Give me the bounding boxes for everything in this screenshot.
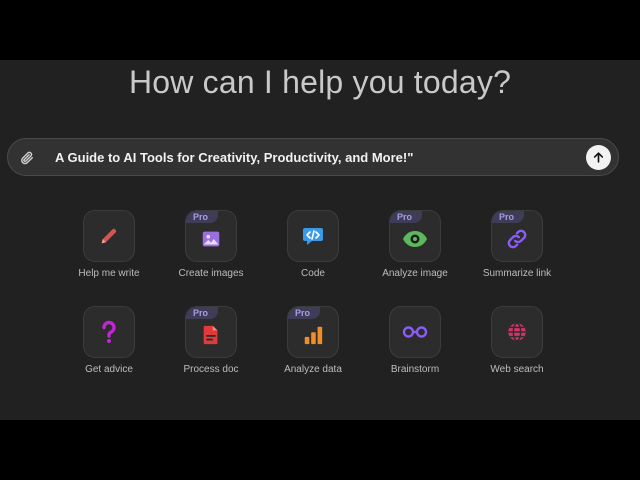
chat-home-screen: How can I help you today? A Guide to AI … <box>0 60 640 420</box>
tool-code[interactable]: Code <box>263 210 363 290</box>
tool-analyze-image[interactable]: Pro Analyze image <box>365 210 465 290</box>
tool-label: Get advice <box>85 364 133 375</box>
tool-icon-box <box>491 306 543 358</box>
tool-icon-box <box>389 306 441 358</box>
eye-icon <box>403 231 427 247</box>
link-icon <box>507 229 527 249</box>
tool-get-advice[interactable]: Get advice <box>59 306 159 386</box>
tool-analyze-data[interactable]: Pro Analyze data <box>263 306 363 386</box>
tool-label: Analyze image <box>382 268 448 279</box>
document-icon <box>203 325 218 345</box>
arrow-up-icon <box>593 152 604 163</box>
tool-label: Web search <box>490 364 544 375</box>
tool-icon-box: Pro <box>185 306 237 358</box>
tool-icon-box <box>287 210 339 262</box>
globe-icon <box>508 322 526 342</box>
tool-web-search[interactable]: Web search <box>467 306 567 386</box>
pro-badge: Pro <box>186 307 218 319</box>
pro-badge: Pro <box>186 211 218 223</box>
tool-brainstorm[interactable]: Brainstorm <box>365 306 465 386</box>
code-icon <box>303 228 323 245</box>
question-icon <box>102 320 116 343</box>
tool-process-doc[interactable]: Pro Process doc <box>161 306 261 386</box>
tool-icon-box: Pro <box>389 210 441 262</box>
tool-label: Create images <box>178 268 244 279</box>
glasses-icon <box>402 326 428 338</box>
tool-icon-box: Pro <box>185 210 237 262</box>
tool-summarize-link[interactable]: Pro Summarize link <box>467 210 567 290</box>
pencil-icon <box>101 228 117 244</box>
tool-label: Summarize link <box>482 268 552 279</box>
tool-label: Brainstorm <box>390 364 440 375</box>
pro-badge: Pro <box>390 211 422 223</box>
tool-icon-box <box>83 210 135 262</box>
pro-badge: Pro <box>288 307 320 319</box>
send-button[interactable] <box>586 145 611 170</box>
tool-create-images[interactable]: Pro Create images <box>161 210 261 290</box>
tool-label: Help me write <box>78 268 140 279</box>
tool-help-me-write[interactable]: Help me write <box>59 210 159 290</box>
tool-label: Code <box>301 268 325 279</box>
page-title: How can I help you today? <box>128 64 512 100</box>
pro-badge: Pro <box>492 211 524 223</box>
paperclip-icon <box>21 151 33 165</box>
bar-chart-icon <box>304 326 323 345</box>
attach-button[interactable] <box>16 147 38 169</box>
tool-icon-box: Pro <box>287 306 339 358</box>
tool-icon-box: Pro <box>491 210 543 262</box>
tool-icon-box <box>83 306 135 358</box>
prompt-text[interactable]: A Guide to AI Tools for Creativity, Prod… <box>55 150 413 165</box>
tool-label: Process doc <box>183 364 239 375</box>
image-icon <box>202 231 220 247</box>
prompt-input[interactable]: A Guide to AI Tools for Creativity, Prod… <box>7 138 619 176</box>
tool-label: Analyze data <box>284 364 342 375</box>
